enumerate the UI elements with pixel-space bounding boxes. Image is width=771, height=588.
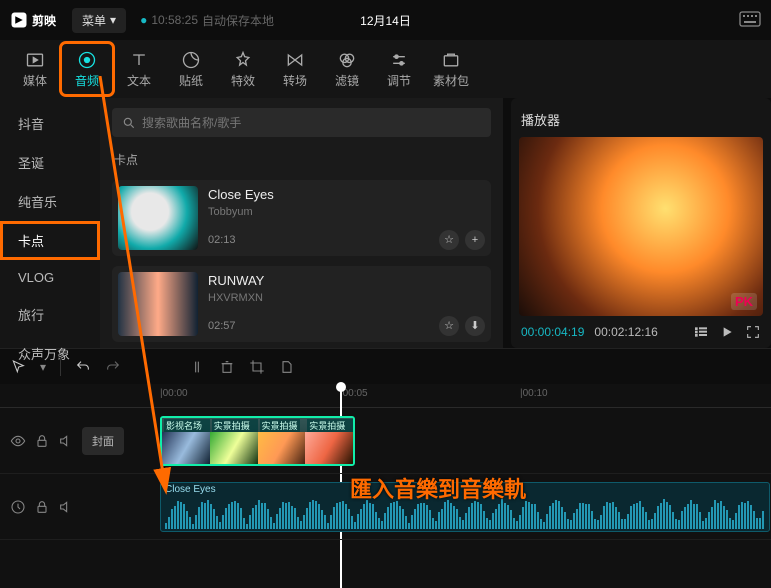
add-button[interactable]: + xyxy=(465,230,485,250)
timeline-toolbar: ▾ xyxy=(0,348,771,384)
clip-label: Close Eyes xyxy=(165,484,216,495)
favorite-button[interactable]: ☆ xyxy=(439,316,459,336)
tab-filter[interactable]: 滤镜 xyxy=(322,44,372,94)
tab-label: 转场 xyxy=(283,72,307,89)
search-icon xyxy=(122,116,136,130)
music-title: Close Eyes xyxy=(208,187,485,202)
title-bar: 剪映 菜单 ▾ ● 10:58:25 自动保存本地 12月14日 xyxy=(0,0,771,40)
music-thumbnail xyxy=(118,186,198,250)
tab-label: 素材包 xyxy=(433,72,469,89)
top-tab-bar: 媒体 音频 文本 贴纸 特效 转场 滤镜 调节 素材包 xyxy=(0,40,771,98)
undo-icon[interactable] xyxy=(75,359,91,375)
crop-icon[interactable] xyxy=(249,359,265,375)
app-logo: 剪映 xyxy=(10,11,56,29)
menu-label: 菜单 xyxy=(82,12,106,29)
time-ruler[interactable]: |00:00 |00:05 |00:10 xyxy=(0,384,771,408)
player-controls: 00:00:04:19 00:02:12:16 xyxy=(519,316,763,340)
tab-label: 滤镜 xyxy=(335,72,359,89)
tab-label: 媒体 xyxy=(23,72,47,89)
tab-text[interactable]: 文本 xyxy=(114,44,164,94)
save-time: 10:58:25 xyxy=(151,13,198,27)
redo-icon[interactable] xyxy=(105,359,121,375)
chevron-down-icon: ▾ xyxy=(110,13,116,27)
player-panel: 播放器 PK 00:00:04:19 00:02:12:16 xyxy=(511,98,771,348)
sidebar-item-vlog[interactable]: VLOG xyxy=(0,260,100,295)
video-clip[interactable]: 影视名场面 实景拍摄 荷 实景拍摄 实景拍摄 浏 xyxy=(160,416,355,466)
music-artist: Tobbyum xyxy=(208,206,485,218)
search-input[interactable]: 搜索歌曲名称/歌手 xyxy=(112,108,491,137)
sidebar-item-kadian[interactable]: 卡点 xyxy=(0,221,100,260)
tab-label: 文本 xyxy=(127,72,151,89)
tab-label: 调节 xyxy=(387,72,411,89)
mute-icon[interactable] xyxy=(58,433,74,449)
tab-adjust[interactable]: 调节 xyxy=(374,44,424,94)
music-title: RUNWAY xyxy=(208,273,485,288)
favorite-button[interactable]: ☆ xyxy=(439,230,459,250)
eye-icon[interactable] xyxy=(10,433,26,449)
autosave-status: ● 10:58:25 自动保存本地 xyxy=(140,12,274,29)
ruler-tick: |00:10 xyxy=(520,388,548,399)
split-icon[interactable] xyxy=(189,359,205,375)
tab-material[interactable]: 素材包 xyxy=(426,44,476,94)
tab-label: 贴纸 xyxy=(179,72,203,89)
content-panel: 搜索歌曲名称/歌手 卡点 Close Eyes Tobbyum 02:13 ☆ … xyxy=(100,98,503,348)
music-item[interactable]: Close Eyes Tobbyum 02:13 ☆ + xyxy=(112,180,491,256)
save-text: 自动保存本地 xyxy=(202,12,274,29)
cursor-icon[interactable] xyxy=(10,359,26,375)
music-duration: 02:13 xyxy=(208,234,236,246)
logo-icon xyxy=(10,11,28,29)
fullscreen-icon[interactable] xyxy=(745,324,761,340)
time-total: 00:02:12:16 xyxy=(594,325,657,339)
annotation-text: 匯入音樂到音樂軌 xyxy=(350,472,526,504)
lock-icon[interactable] xyxy=(34,499,50,515)
tab-label: 音频 xyxy=(75,72,99,89)
tab-effect[interactable]: 特效 xyxy=(218,44,268,94)
sidebar-item-travel[interactable]: 旅行 xyxy=(0,295,100,334)
video-track-row: 封面 影视名场面 实景拍摄 荷 实景拍摄 实景拍摄 浏 xyxy=(0,408,771,474)
menu-button[interactable]: 菜单 ▾ xyxy=(72,8,126,33)
tab-transition[interactable]: 转场 xyxy=(270,44,320,94)
list-icon[interactable] xyxy=(693,324,709,340)
time-icon[interactable] xyxy=(10,499,26,515)
time-current: 00:00:04:19 xyxy=(521,325,584,339)
chevron-down-icon[interactable]: ▾ xyxy=(40,360,46,374)
marker-icon[interactable] xyxy=(279,359,295,375)
keyboard-icon[interactable] xyxy=(739,11,761,30)
lock-icon[interactable] xyxy=(34,433,50,449)
music-artist: HXVRMXN xyxy=(208,292,485,304)
music-thumbnail xyxy=(118,272,198,336)
download-button[interactable]: ⬇ xyxy=(465,316,485,336)
play-icon[interactable] xyxy=(719,324,735,340)
sidebar-item-douyin[interactable]: 抖音 xyxy=(0,104,100,143)
player-preview[interactable]: PK xyxy=(519,137,763,316)
sidebar-item-pure[interactable]: 纯音乐 xyxy=(0,182,100,221)
tab-audio[interactable]: 音频 xyxy=(62,44,112,94)
watermark: PK xyxy=(731,293,757,310)
player-title: 播放器 xyxy=(519,106,763,137)
sidebar: 抖音 圣诞 纯音乐 卡点 VLOG 旅行 众声万象 xyxy=(0,98,100,348)
mute-icon[interactable] xyxy=(58,499,74,515)
document-date: 12月14日 xyxy=(360,12,411,29)
app-name: 剪映 xyxy=(32,12,56,29)
delete-icon[interactable] xyxy=(219,359,235,375)
cover-button[interactable]: 封面 xyxy=(82,427,124,455)
clip-label: 实景拍摄 xyxy=(260,419,300,432)
check-icon: ● xyxy=(140,13,147,27)
tab-media[interactable]: 媒体 xyxy=(10,44,60,94)
ruler-tick: |00:00 xyxy=(160,388,188,399)
search-placeholder: 搜索歌曲名称/歌手 xyxy=(142,114,241,131)
section-title: 卡点 xyxy=(114,151,491,168)
music-duration: 02:57 xyxy=(208,320,236,332)
main-area: 抖音 圣诞 纯音乐 卡点 VLOG 旅行 众声万象 搜索歌曲名称/歌手 卡点 C… xyxy=(0,98,771,348)
tab-sticker[interactable]: 贴纸 xyxy=(166,44,216,94)
music-item[interactable]: RUNWAY HXVRMXN 02:57 ☆ ⬇ xyxy=(112,266,491,342)
sidebar-item-shengdan[interactable]: 圣诞 xyxy=(0,143,100,182)
tab-label: 特效 xyxy=(231,72,255,89)
